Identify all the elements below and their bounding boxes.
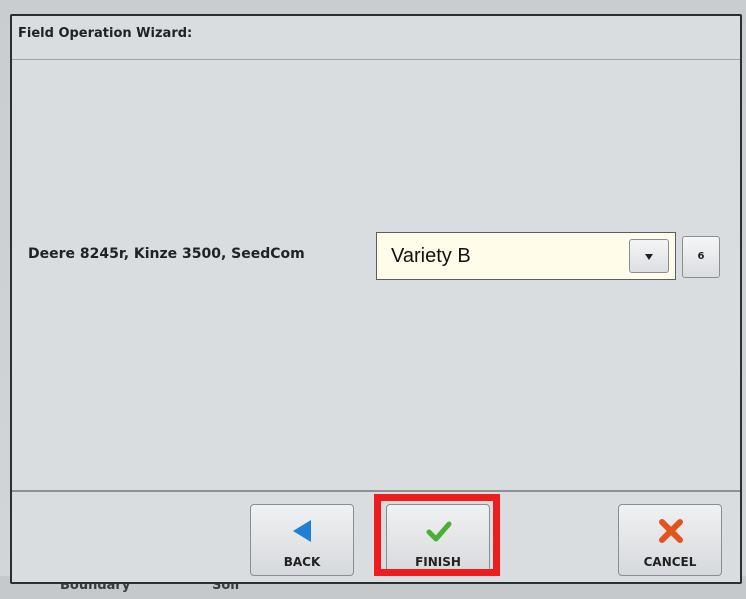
close-x-icon: [659, 519, 683, 543]
finish-highlight-box: [374, 494, 500, 576]
dropdown-toggle-button[interactable]: [629, 239, 669, 273]
footer-divider: [12, 490, 740, 492]
numeric-side-button[interactable]: 6: [682, 236, 720, 278]
chevron-down-icon: [645, 254, 653, 260]
back-button-label: BACK: [283, 555, 321, 569]
variety-dropdown[interactable]: Variety B: [376, 232, 676, 280]
back-button[interactable]: BACK: [250, 504, 354, 576]
title-divider: [12, 59, 740, 60]
cancel-button-label: CANCEL: [643, 555, 697, 569]
cancel-button[interactable]: CANCEL: [618, 504, 722, 576]
equipment-label: Deere 8245r, Kinze 3500, SeedCom: [28, 246, 305, 262]
back-arrow-icon: [293, 520, 311, 542]
dialog-title: Field Operation Wizard:: [18, 26, 193, 41]
variety-dropdown-value: Variety B: [391, 245, 471, 267]
